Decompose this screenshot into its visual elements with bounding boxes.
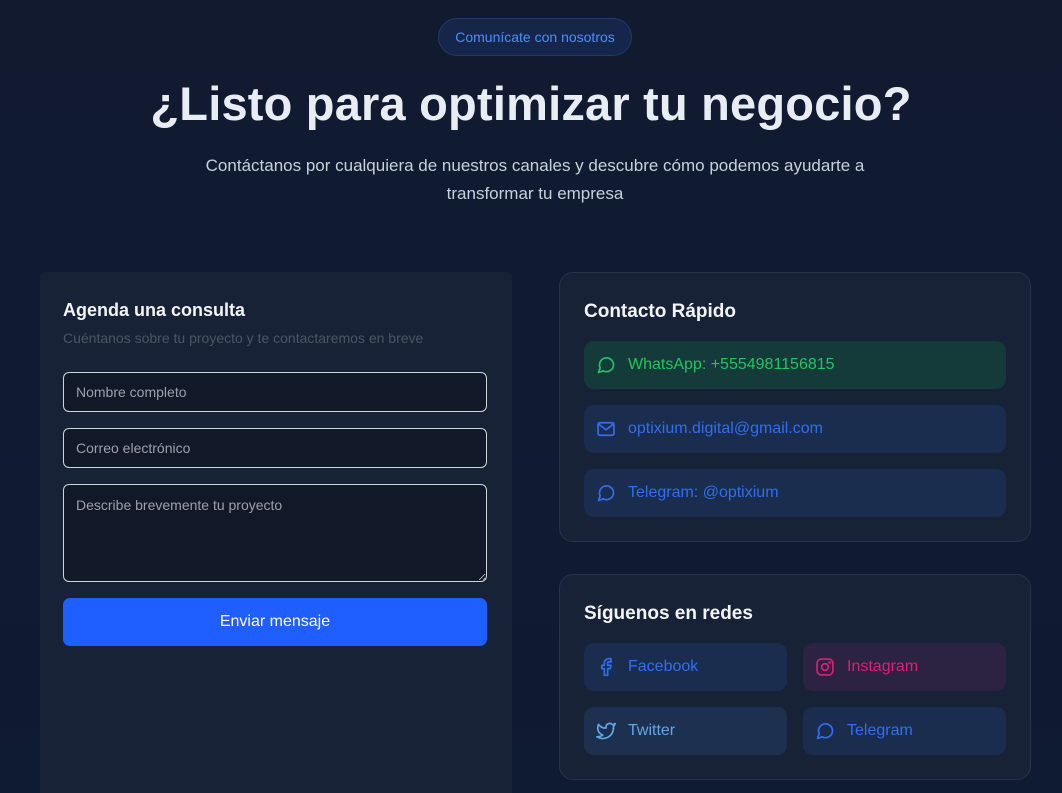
email-contact-label: optixium.digital@gmail.com	[628, 420, 823, 437]
telegram-icon	[596, 483, 616, 503]
facebook-label: Facebook	[628, 658, 699, 675]
send-message-button[interactable]: Enviar mensaje	[63, 598, 487, 646]
telegram-contact-label: Telegram: @optixium	[628, 484, 779, 501]
twitter-icon	[596, 721, 616, 741]
telegram-contact-link[interactable]: Telegram: @optixium	[584, 469, 1006, 517]
social-title: Síguenos en redes	[584, 603, 753, 624]
form-title: Agenda una consulta	[63, 300, 246, 320]
full-name-input[interactable]	[63, 372, 487, 412]
social-panel: Síguenos en redes Facebook Instagram Twi…	[559, 574, 1031, 780]
facebook-icon	[596, 657, 616, 677]
whatsapp-icon	[596, 355, 616, 375]
section-badge: Comunícate con nosotros	[438, 18, 632, 56]
instagram-label: Instagram	[847, 658, 919, 675]
telegram-button[interactable]: Telegram	[803, 707, 1006, 755]
mail-icon	[596, 419, 616, 439]
page-subtitle: Contáctanos por cualquiera de nuestros c…	[205, 156, 865, 203]
quick-contact-title: Contacto Rápido	[584, 301, 736, 322]
quick-contact-panel: Contacto Rápido WhatsApp: +5554981156815…	[559, 272, 1031, 542]
instagram-button[interactable]: Instagram	[803, 643, 1006, 691]
instagram-icon	[815, 657, 835, 677]
whatsapp-contact-label: WhatsApp: +5554981156815	[628, 356, 835, 373]
email-input[interactable]	[63, 428, 487, 468]
twitter-label: Twitter	[628, 722, 676, 739]
telegram-icon	[815, 721, 835, 741]
telegram-label: Telegram	[847, 722, 913, 739]
twitter-button[interactable]: Twitter	[584, 707, 787, 755]
consultation-form-card: Agenda una consulta Cuéntanos sobre tu p…	[40, 272, 512, 793]
page-title: ¿Listo para optimizar tu negocio?	[150, 77, 912, 130]
facebook-button[interactable]: Facebook	[584, 643, 787, 691]
email-contact-link[interactable]: optixium.digital@gmail.com	[584, 405, 1006, 453]
project-description-textarea[interactable]	[63, 484, 487, 582]
form-description: Cuéntanos sobre tu proyecto y te contact…	[63, 330, 424, 346]
whatsapp-contact-link[interactable]: WhatsApp: +5554981156815	[584, 341, 1006, 389]
